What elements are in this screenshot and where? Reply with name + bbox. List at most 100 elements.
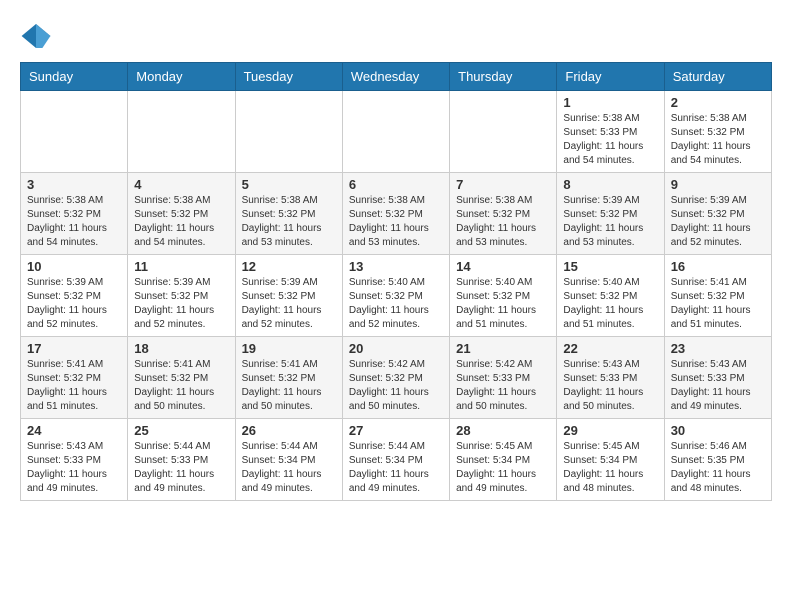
weekday-header: Tuesday — [235, 63, 342, 91]
day-number: 27 — [349, 423, 443, 438]
day-number: 1 — [563, 95, 657, 110]
day-number: 26 — [242, 423, 336, 438]
day-info: Sunrise: 5:41 AM Sunset: 5:32 PM Dayligh… — [27, 358, 121, 414]
calendar-cell: 22Sunrise: 5:43 AM Sunset: 5:33 PM Dayli… — [557, 337, 664, 419]
logo-icon — [20, 20, 52, 52]
day-number: 6 — [349, 177, 443, 192]
calendar-cell: 27 Sunrise: 5:44 AM Sunset: 5:34 PM Dayli… — [342, 419, 449, 501]
page-header — [20, 20, 772, 52]
day-info: Sunrise: 5:40 AM Sunset: 5:32 PM Dayligh… — [456, 276, 550, 332]
weekday-header: Wednesday — [342, 63, 449, 91]
day-info: Sunrise: 5:44 AM Sunset: 5:34 PM Dayligh… — [349, 440, 443, 496]
calendar-cell: 2 Sunrise: 5:38 AM Sunset: 5:32 PM Daylig… — [664, 91, 771, 173]
logo — [20, 20, 56, 52]
calendar-cell: 7 Sunrise: 5:38 AM Sunset: 5:32 PM Daylig… — [450, 173, 557, 255]
calendar-cell: 9 Sunrise: 5:39 AM Sunset: 5:32 PM Daylig… — [664, 173, 771, 255]
day-number: 11 — [134, 259, 228, 274]
day-number: 29 — [563, 423, 657, 438]
day-info: Sunrise: 5:43 AM Sunset: 5:33 PM Dayligh… — [671, 358, 765, 414]
calendar-week-row: 3 Sunrise: 5:38 AM Sunset: 5:32 PM Daylig… — [21, 173, 772, 255]
day-info: Sunrise: 5:45 AM Sunset: 5:34 PM Dayligh… — [563, 440, 657, 496]
calendar-cell: 13Sunrise: 5:40 AM Sunset: 5:32 PM Dayli… — [342, 255, 449, 337]
calendar-cell — [235, 91, 342, 173]
weekday-header: Friday — [557, 63, 664, 91]
day-number: 7 — [456, 177, 550, 192]
weekday-header: Sunday — [21, 63, 128, 91]
day-number: 14 — [456, 259, 550, 274]
calendar-cell — [128, 91, 235, 173]
day-number: 30 — [671, 423, 765, 438]
calendar-cell: 8Sunrise: 5:39 AM Sunset: 5:32 PM Daylig… — [557, 173, 664, 255]
calendar-cell: 3 Sunrise: 5:38 AM Sunset: 5:32 PM Daylig… — [21, 173, 128, 255]
day-info: Sunrise: 5:38 AM Sunset: 5:32 PM Dayligh… — [242, 194, 336, 250]
day-number: 9 — [671, 177, 765, 192]
day-info: Sunrise: 5:44 AM Sunset: 5:34 PM Dayligh… — [242, 440, 336, 496]
weekday-header: Saturday — [664, 63, 771, 91]
calendar-cell: 24 Sunrise: 5:43 AM Sunset: 5:33 PM Dayli… — [21, 419, 128, 501]
calendar-cell: 28Sunrise: 5:45 AM Sunset: 5:34 PM Dayli… — [450, 419, 557, 501]
day-info: Sunrise: 5:38 AM Sunset: 5:32 PM Dayligh… — [134, 194, 228, 250]
calendar-cell: 17 Sunrise: 5:41 AM Sunset: 5:32 PM Dayli… — [21, 337, 128, 419]
calendar-cell: 26 Sunrise: 5:44 AM Sunset: 5:34 PM Dayli… — [235, 419, 342, 501]
calendar-cell — [342, 91, 449, 173]
calendar-cell: 21 Sunrise: 5:42 AM Sunset: 5:33 PM Dayli… — [450, 337, 557, 419]
day-info: Sunrise: 5:41 AM Sunset: 5:32 PM Dayligh… — [134, 358, 228, 414]
calendar-cell: 25 Sunrise: 5:44 AM Sunset: 5:33 PM Dayli… — [128, 419, 235, 501]
day-info: Sunrise: 5:39 AM Sunset: 5:32 PM Dayligh… — [134, 276, 228, 332]
day-number: 17 — [27, 341, 121, 356]
day-info: Sunrise: 5:38 AM Sunset: 5:32 PM Dayligh… — [671, 112, 765, 168]
calendar-table: SundayMondayTuesdayWednesdayThursdayFrid… — [20, 62, 772, 501]
calendar-cell — [21, 91, 128, 173]
calendar-cell: 14 Sunrise: 5:40 AM Sunset: 5:32 PM Dayli… — [450, 255, 557, 337]
calendar-week-row: 10 Sunrise: 5:39 AM Sunset: 5:32 PM Dayli… — [21, 255, 772, 337]
day-number: 5 — [242, 177, 336, 192]
day-number: 25 — [134, 423, 228, 438]
day-number: 20 — [349, 341, 443, 356]
calendar-cell: 16 Sunrise: 5:41 AM Sunset: 5:32 PM Dayli… — [664, 255, 771, 337]
day-info: Sunrise: 5:39 AM Sunset: 5:32 PM Dayligh… — [563, 194, 657, 250]
day-number: 10 — [27, 259, 121, 274]
day-number: 2 — [671, 95, 765, 110]
day-number: 19 — [242, 341, 336, 356]
day-number: 12 — [242, 259, 336, 274]
calendar-cell: 15 Sunrise: 5:40 AM Sunset: 5:32 PM Dayli… — [557, 255, 664, 337]
calendar-cell: 29 Sunrise: 5:45 AM Sunset: 5:34 PM Dayli… — [557, 419, 664, 501]
day-info: Sunrise: 5:41 AM Sunset: 5:32 PM Dayligh… — [671, 276, 765, 332]
day-info: Sunrise: 5:40 AM Sunset: 5:32 PM Dayligh… — [563, 276, 657, 332]
calendar-cell: 6 Sunrise: 5:38 AM Sunset: 5:32 PM Daylig… — [342, 173, 449, 255]
calendar-week-row: 24 Sunrise: 5:43 AM Sunset: 5:33 PM Dayli… — [21, 419, 772, 501]
calendar-cell: 1 Sunrise: 5:38 AM Sunset: 5:33 PM Daylig… — [557, 91, 664, 173]
day-info: Sunrise: 5:44 AM Sunset: 5:33 PM Dayligh… — [134, 440, 228, 496]
day-info: Sunrise: 5:46 AM Sunset: 5:35 PM Dayligh… — [671, 440, 765, 496]
calendar-cell: 11 Sunrise: 5:39 AM Sunset: 5:32 PM Dayli… — [128, 255, 235, 337]
day-number: 21 — [456, 341, 550, 356]
day-info: Sunrise: 5:38 AM Sunset: 5:32 PM Dayligh… — [456, 194, 550, 250]
calendar-cell: 10 Sunrise: 5:39 AM Sunset: 5:32 PM Dayli… — [21, 255, 128, 337]
day-info: Sunrise: 5:38 AM Sunset: 5:33 PM Dayligh… — [563, 112, 657, 168]
weekday-header-row: SundayMondayTuesdayWednesdayThursdayFrid… — [21, 63, 772, 91]
day-number: 3 — [27, 177, 121, 192]
day-info: Sunrise: 5:38 AM Sunset: 5:32 PM Dayligh… — [349, 194, 443, 250]
day-info: Sunrise: 5:43 AM Sunset: 5:33 PM Dayligh… — [27, 440, 121, 496]
day-number: 24 — [27, 423, 121, 438]
day-info: Sunrise: 5:38 AM Sunset: 5:32 PM Dayligh… — [27, 194, 121, 250]
day-number: 15 — [563, 259, 657, 274]
day-info: Sunrise: 5:39 AM Sunset: 5:32 PM Dayligh… — [671, 194, 765, 250]
day-number: 4 — [134, 177, 228, 192]
calendar-cell: 12Sunrise: 5:39 AM Sunset: 5:32 PM Dayli… — [235, 255, 342, 337]
day-number: 16 — [671, 259, 765, 274]
calendar-cell: 19 Sunrise: 5:41 AM Sunset: 5:32 PM Dayli… — [235, 337, 342, 419]
weekday-header: Monday — [128, 63, 235, 91]
day-info: Sunrise: 5:45 AM Sunset: 5:34 PM Dayligh… — [456, 440, 550, 496]
day-info: Sunrise: 5:42 AM Sunset: 5:33 PM Dayligh… — [456, 358, 550, 414]
calendar-cell: 30 Sunrise: 5:46 AM Sunset: 5:35 PM Dayli… — [664, 419, 771, 501]
calendar-cell: 23 Sunrise: 5:43 AM Sunset: 5:33 PM Dayli… — [664, 337, 771, 419]
calendar-cell: 20Sunrise: 5:42 AM Sunset: 5:32 PM Dayli… — [342, 337, 449, 419]
day-info: Sunrise: 5:41 AM Sunset: 5:32 PM Dayligh… — [242, 358, 336, 414]
calendar-cell: 4 Sunrise: 5:38 AM Sunset: 5:32 PM Daylig… — [128, 173, 235, 255]
calendar-cell — [450, 91, 557, 173]
weekday-header: Thursday — [450, 63, 557, 91]
day-info: Sunrise: 5:39 AM Sunset: 5:32 PM Dayligh… — [27, 276, 121, 332]
calendar-week-row: 1 Sunrise: 5:38 AM Sunset: 5:33 PM Daylig… — [21, 91, 772, 173]
day-number: 23 — [671, 341, 765, 356]
